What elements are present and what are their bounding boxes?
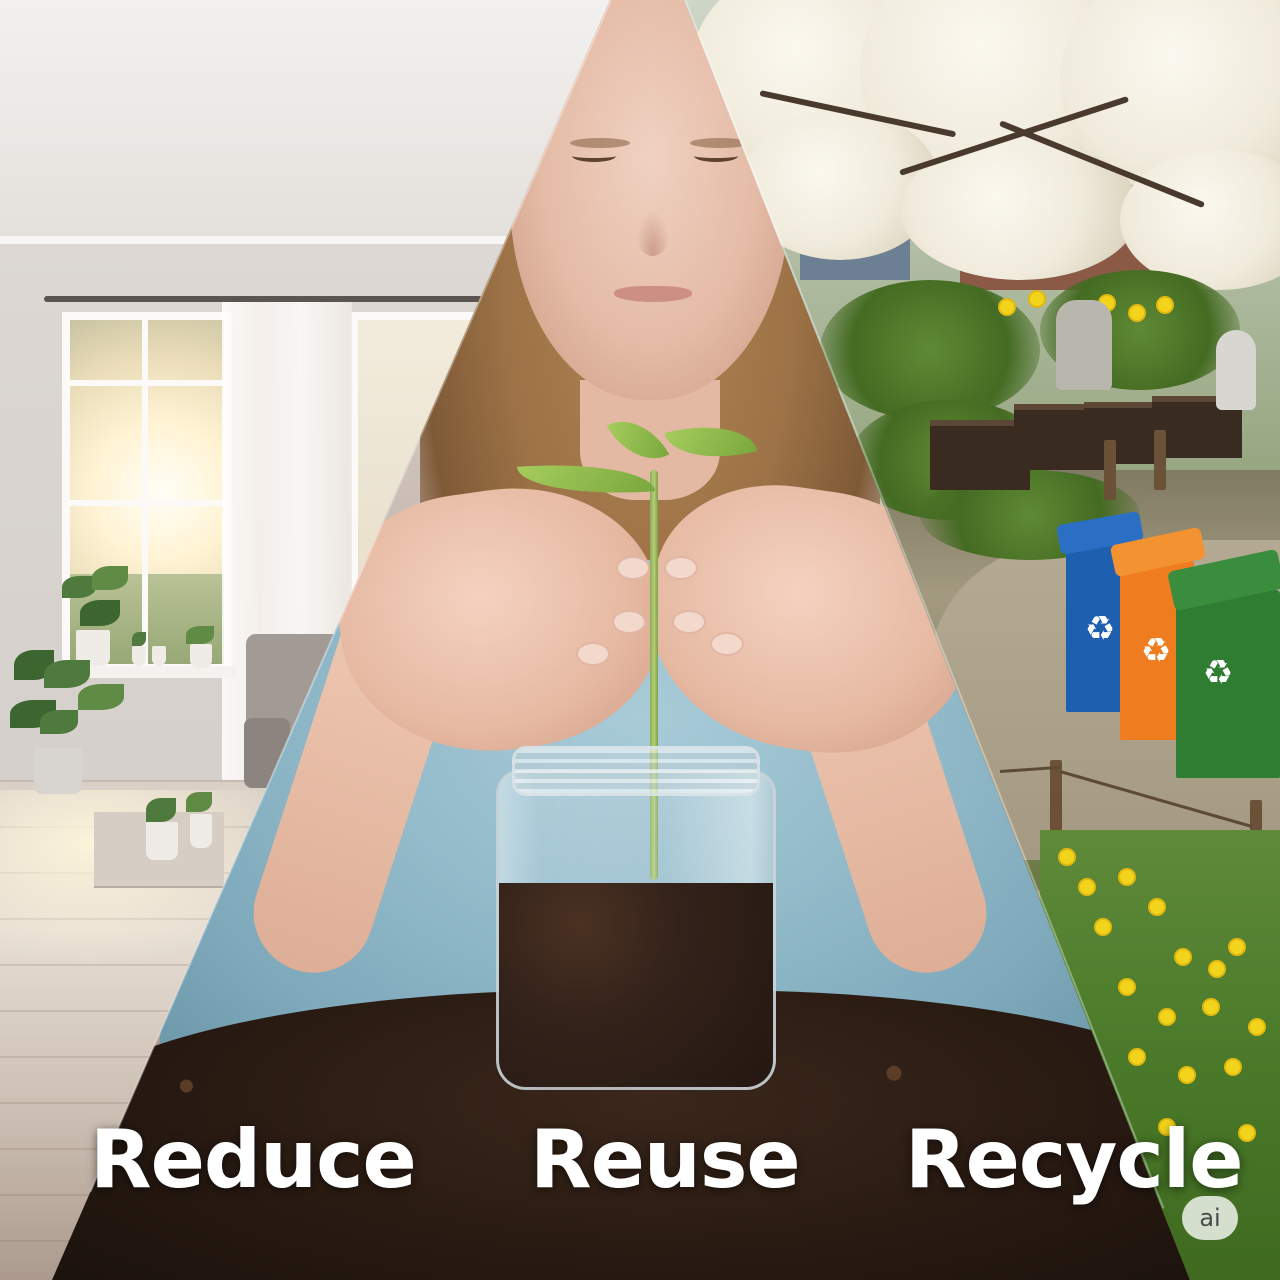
gardener (1056, 300, 1112, 390)
jar-soil (499, 883, 773, 1087)
recycle-icon: ♻ (1202, 653, 1234, 693)
jar-threaded-neck (512, 746, 760, 796)
left-fingernail (616, 556, 650, 580)
glass-jar (496, 770, 776, 1090)
left-brow (570, 138, 630, 148)
green-recycling-bin: ♻ (1167, 548, 1280, 778)
caption-reduce: Reduce (90, 1113, 417, 1206)
recycle-icon: ♻ (1140, 631, 1172, 671)
ai-generated-badge: ai (1182, 1196, 1238, 1240)
triptych-scene: ♻ ♻ ♻ Reduce Reuse Recycle ai (0, 0, 1280, 1280)
caption-reuse: Reuse (530, 1113, 801, 1206)
right-fingernail (664, 556, 698, 580)
caption-recycle: Recycle (905, 1113, 1244, 1206)
recycle-icon: ♻ (1084, 609, 1116, 649)
left-eye (572, 150, 616, 162)
mouth (614, 286, 692, 302)
nose (636, 210, 670, 256)
gardener (1216, 330, 1256, 410)
right-eye (694, 150, 738, 162)
